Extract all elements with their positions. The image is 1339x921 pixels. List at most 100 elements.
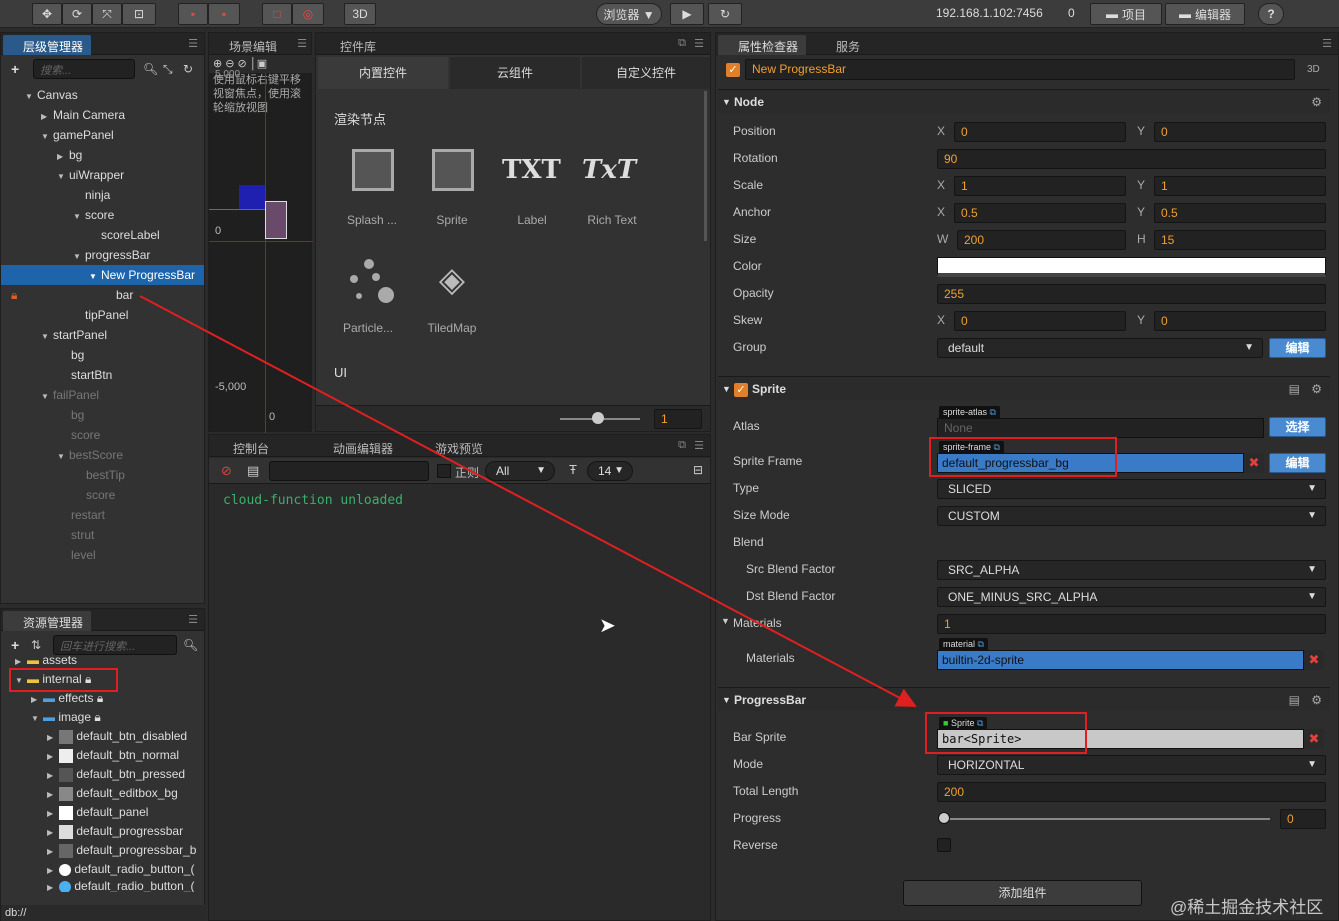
particle-icon[interactable] bbox=[350, 259, 398, 303]
hierarchy-search-input[interactable]: 搜索... bbox=[33, 59, 135, 79]
tree-item[interactable]: ▼ progressBar bbox=[1, 245, 204, 265]
progressbar-section-header[interactable]: ▼ ProgressBar ▤ ⚙ bbox=[718, 687, 1330, 711]
tree-item[interactable]: score bbox=[1, 425, 204, 445]
node-section-header[interactable]: ▼ Node ⚙ bbox=[718, 89, 1330, 113]
tree-item[interactable]: scoreLabel bbox=[1, 225, 204, 245]
add-icon[interactable]: + bbox=[11, 637, 19, 653]
scrollbar[interactable] bbox=[704, 91, 707, 241]
open-log-icon[interactable]: ▤ bbox=[247, 463, 259, 479]
add-component-button[interactable]: 添加组件 bbox=[903, 880, 1142, 906]
console-filter-input[interactable] bbox=[269, 461, 429, 481]
tree-item[interactable]: strut bbox=[1, 525, 204, 545]
gizmo-icon[interactable]: ◎ bbox=[292, 3, 324, 25]
tab-services[interactable]: 服务 bbox=[816, 35, 868, 55]
tab-scene[interactable]: 场景编辑 bbox=[209, 35, 285, 55]
tree-item[interactable]: ▶ bg bbox=[1, 145, 204, 165]
tab-builtin[interactable]: 内置控件 bbox=[318, 57, 448, 89]
menu-icon[interactable]: ☰ bbox=[694, 37, 704, 50]
size-mode-select[interactable]: CUSTOM ▼ bbox=[937, 506, 1326, 526]
tree-item[interactable]: ▼ uiWrapper bbox=[1, 165, 204, 185]
group-select[interactable]: default ▼ bbox=[937, 338, 1263, 358]
asset-item[interactable]: ▶ default_radio_button_( bbox=[1, 878, 204, 892]
tree-item[interactable]: ninja bbox=[1, 185, 204, 205]
asset-item[interactable]: ▶ default_radio_button_( bbox=[1, 859, 204, 879]
scale-y-input[interactable]: 1 bbox=[1154, 176, 1326, 196]
mode-3d-button[interactable]: 3D bbox=[344, 3, 376, 25]
doc-icon[interactable]: ▤ bbox=[1289, 688, 1300, 712]
anchor-y-input[interactable]: 0.5 bbox=[1154, 203, 1326, 223]
tab-hierarchy[interactable]: 层级管理器 bbox=[3, 35, 92, 55]
material-field[interactable]: builtin-2d-sprite bbox=[937, 650, 1304, 670]
sprite-section-header[interactable]: ▼ ✓ Sprite ▤ ⚙ bbox=[718, 376, 1330, 400]
tab-console[interactable]: 控制台 bbox=[213, 437, 277, 457]
size-h-input[interactable]: 15 bbox=[1154, 230, 1326, 250]
progress-input[interactable]: 0 bbox=[1280, 809, 1326, 829]
tab-game-preview[interactable]: 游戏预览 bbox=[415, 437, 491, 457]
asset-item[interactable]: ▶ default_btn_normal bbox=[1, 745, 204, 765]
asset-item[interactable]: ▶ default_progressbar_b bbox=[1, 840, 204, 860]
atlas-field[interactable]: None bbox=[937, 418, 1264, 438]
menu-icon[interactable]: ☰ bbox=[694, 439, 704, 452]
rotation-input[interactable]: 90 bbox=[937, 149, 1326, 169]
tree-item[interactable]: 🔒︎ bar bbox=[1, 285, 204, 305]
popout-icon[interactable]: ⧉ bbox=[678, 439, 686, 452]
clear-frame-icon[interactable]: ✖ bbox=[1244, 453, 1264, 473]
color-swatch[interactable] bbox=[937, 257, 1326, 277]
tree-item[interactable]: ▼ gamePanel bbox=[1, 125, 204, 145]
move-tool-icon[interactable]: ✥ bbox=[32, 3, 62, 25]
menu-icon[interactable]: ☰ bbox=[188, 613, 198, 626]
asset-item[interactable]: ▶ ▬ assets bbox=[1, 653, 204, 667]
sprite-frame-edit-button[interactable]: 编辑 bbox=[1269, 453, 1326, 473]
size-w-input[interactable]: 200 bbox=[957, 230, 1126, 250]
assets-search-input[interactable]: 回车进行搜索... bbox=[53, 635, 177, 655]
collapse-icon[interactable]: ⤡ bbox=[163, 62, 173, 77]
tab-assets[interactable]: 资源管理器 bbox=[3, 611, 92, 631]
sprite-icon[interactable] bbox=[432, 149, 474, 191]
search-icon[interactable]: 🔍︎ bbox=[183, 638, 198, 652]
rect-tool-icon[interactable]: ⊡ bbox=[122, 3, 156, 25]
doc-icon[interactable]: ▤ bbox=[1289, 377, 1300, 401]
tab-custom[interactable]: 自定义控件 bbox=[582, 57, 710, 89]
help-icon[interactable]: ? bbox=[1258, 3, 1284, 25]
type-select[interactable]: SLICED ▼ bbox=[937, 479, 1326, 499]
tree-item[interactable]: ▼ failPanel bbox=[1, 385, 204, 405]
node-name-input[interactable]: New ProgressBar bbox=[745, 59, 1295, 80]
clear-material-icon[interactable]: ✖ bbox=[1304, 650, 1324, 670]
game-sprite[interactable] bbox=[265, 201, 287, 239]
rich-text-icon[interactable]: TxT bbox=[582, 155, 636, 185]
asset-item[interactable]: ▶ default_btn_disabled bbox=[1, 726, 204, 746]
tree-item[interactable]: startBtn bbox=[1, 365, 204, 385]
node-active-checkbox[interactable]: ✓ bbox=[726, 62, 740, 77]
tree-item[interactable]: tipPanel bbox=[1, 305, 204, 325]
skew-x-input[interactable]: 0 bbox=[954, 311, 1126, 331]
local-global-icon[interactable]: ▪ bbox=[208, 3, 240, 25]
tab-controls[interactable]: 控件库 bbox=[320, 35, 384, 55]
rotate-tool-icon[interactable]: ⟳ bbox=[62, 3, 92, 25]
menu-icon[interactable]: ☰ bbox=[1322, 37, 1332, 50]
gear-icon[interactable]: ⚙ bbox=[1311, 377, 1322, 401]
label-icon[interactable]: TXT bbox=[502, 155, 561, 185]
popout-icon[interactable]: ⧉ bbox=[678, 37, 686, 50]
tree-item[interactable]: ▼ bestScore bbox=[1, 445, 204, 465]
clear-bar-sprite-icon[interactable]: ✖ bbox=[1304, 729, 1324, 749]
zoom-input[interactable]: 1 bbox=[654, 409, 702, 429]
tree-item[interactable]: ▼ score bbox=[1, 205, 204, 225]
gear-icon[interactable]: ⚙ bbox=[1311, 90, 1322, 114]
asset-item[interactable]: ▶ default_btn_pressed bbox=[1, 764, 204, 784]
project-button[interactable]: ▬ 项目 bbox=[1090, 3, 1162, 25]
position-y-input[interactable]: 0 bbox=[1154, 122, 1326, 142]
sort-icon[interactable]: ⇅ bbox=[31, 638, 41, 652]
asset-item[interactable]: ▶ default_progressbar bbox=[1, 821, 204, 841]
progress-slider[interactable] bbox=[942, 818, 1270, 820]
zoom-slider-handle[interactable] bbox=[592, 412, 604, 424]
tree-item-selected[interactable]: ▼ New ProgressBar bbox=[1, 265, 204, 285]
atlas-select-button[interactable]: 选择 bbox=[1269, 417, 1326, 437]
tree-item[interactable]: bg bbox=[1, 345, 204, 365]
play-icon[interactable]: ▶ bbox=[670, 3, 704, 25]
tab-animation[interactable]: 动画编辑器 bbox=[313, 437, 401, 457]
tree-item-canvas[interactable]: ▼ Canvas bbox=[1, 85, 204, 105]
gear-icon[interactable]: ⚙ bbox=[1311, 688, 1322, 712]
anchor-x-input[interactable]: 0.5 bbox=[954, 203, 1126, 223]
refresh-icon[interactable]: ↻ bbox=[708, 3, 742, 25]
tab-inspector[interactable]: 属性检查器 bbox=[718, 35, 807, 55]
